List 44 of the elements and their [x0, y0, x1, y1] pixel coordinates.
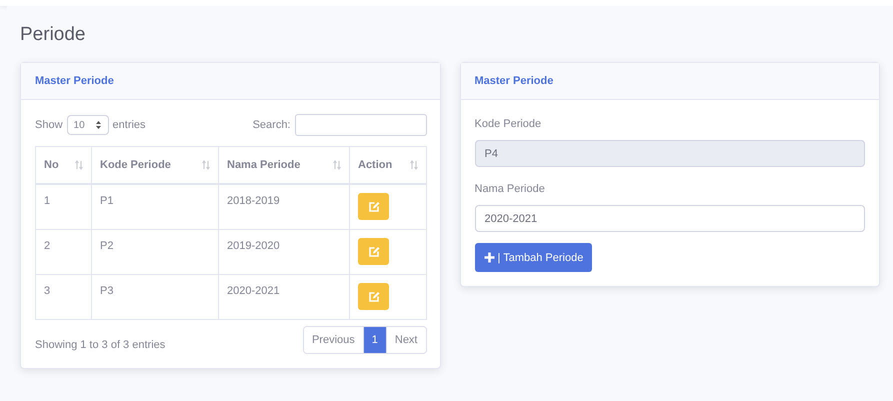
sort-icon: [410, 160, 418, 170]
entries-label: entries: [112, 119, 146, 131]
sort-icon: [333, 160, 341, 170]
entries-info: Showing 1 to 3 of 3 entries: [35, 338, 166, 350]
table-cell: 2020-2021: [218, 274, 350, 319]
table-cell: 2: [36, 229, 92, 274]
show-label: Show: [35, 119, 63, 131]
table-cell: P1: [92, 184, 218, 229]
field-label: Kode Periode: [474, 118, 542, 130]
table-cell: 3: [36, 274, 92, 319]
search-field[interactable]: [294, 114, 426, 136]
input-field[interactable]: 2020-2021: [474, 205, 865, 232]
column-title: Action: [358, 159, 392, 171]
column-title: Nama Periode: [227, 159, 300, 171]
input-field[interactable]: P4: [474, 140, 865, 167]
edit-icon: [368, 290, 380, 302]
add-button[interactable]: | Tambah Periode: [474, 243, 592, 272]
edit-button[interactable]: [358, 282, 389, 310]
column-title: No: [44, 159, 59, 171]
sort-icon: [202, 160, 210, 170]
edit-button[interactable]: [358, 238, 389, 264]
column-header[interactable]: Kode Periode: [92, 146, 218, 184]
page-button[interactable]: 1: [362, 326, 386, 352]
table-cell: 2019-2020: [218, 229, 350, 274]
page-title: Periode: [20, 24, 86, 46]
edit-button[interactable]: [358, 193, 389, 220]
edit-icon: [368, 246, 380, 256]
plus-icon: [484, 252, 494, 263]
table-cell: P2: [92, 229, 218, 274]
column-header[interactable]: Action: [350, 146, 426, 184]
column-header[interactable]: Nama Periode: [218, 146, 350, 184]
sort-icon: [75, 160, 83, 170]
table-cell: P3: [92, 274, 218, 319]
sort-caret-icon: [94, 120, 102, 130]
search-label: Search:: [252, 119, 290, 131]
table-cell: 1: [36, 184, 92, 229]
field-label: Nama Periode: [474, 183, 546, 195]
table-cell: 2018-2019: [218, 184, 350, 229]
column-title: Kode Periode: [100, 159, 171, 171]
card-title: Master Periode: [474, 75, 554, 87]
card-title: Master Periode: [35, 75, 114, 87]
column-header[interactable]: No: [36, 146, 92, 184]
edit-icon: [368, 201, 380, 212]
entries-select[interactable]: 10: [66, 115, 109, 135]
